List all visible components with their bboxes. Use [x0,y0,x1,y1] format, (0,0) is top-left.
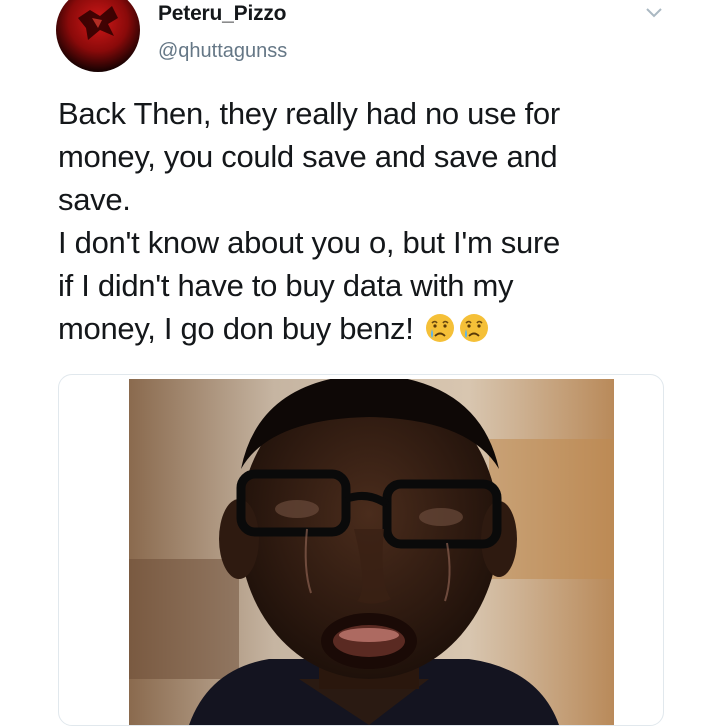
tweet-line: if I didn't have to buy data with my [58,268,514,303]
media-card[interactable] [58,374,664,726]
chevron-down-icon[interactable] [644,6,664,20]
tweet-line: I don't know about you o, but I'm sure [58,225,560,260]
tweet-line-text: money, I go don buy benz! [58,311,414,346]
tweet-line-last: money, I go don buy benz! [58,307,678,350]
tweet-line: save. [58,182,131,217]
tweet-line: Back Then, they really had no use for [58,96,560,131]
user-handle[interactable]: @qhuttagunss [158,40,287,63]
avatar[interactable] [56,0,140,72]
display-name[interactable]: Peteru_Pizzo [158,2,287,26]
crying-face-icon [425,314,454,342]
tweet-text: Back Then, they really had no use for mo… [58,92,678,350]
tweet: Peteru_Pizzo @qhuttagunss Back Then, the… [0,0,720,726]
crying-face-icon [459,314,488,342]
avatar-art-icon [78,6,118,40]
crying-man-photo [129,379,614,725]
tweet-line: money, you could save and save and [58,139,558,174]
tweet-photo[interactable] [129,379,614,725]
